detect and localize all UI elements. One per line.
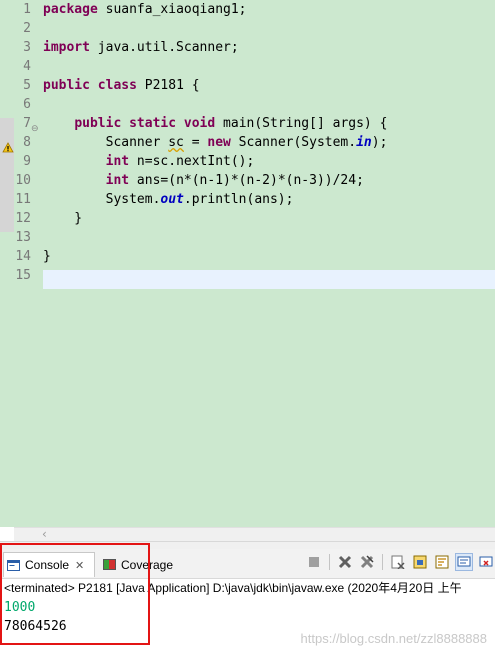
- code-token: Scanner: [43, 135, 169, 150]
- console-output-line: 78064526: [4, 619, 67, 634]
- console-status: <terminated> P2181 [Java Application] D:…: [4, 581, 462, 595]
- eclipse-window: ⊖ 1 2 3 4 5 6 7 8 9 10 11 12 13 14 15 package suanfa_x…: [0, 0, 495, 660]
- code-line: public class P2181 {: [43, 76, 495, 95]
- code-line: Scanner sc = new Scanner(System.in);: [43, 133, 495, 152]
- code-line: int ans=(n*(n-1)*(n-2)*(n-3))/24;: [43, 171, 495, 190]
- code-token: suanfa_xiaoqiang1;: [97, 2, 247, 17]
- code-token: public: [74, 116, 122, 131]
- toolbar-separator: [382, 554, 383, 570]
- word-wrap-icon[interactable]: [433, 553, 451, 571]
- line-number-ruler: 1 2 3 4 5 6 7 8 9 10 11 12 13 14 15: [14, 0, 38, 285]
- line-number: 9: [23, 154, 31, 169]
- code-line: int n=sc.nextInt();: [43, 152, 495, 171]
- code-token: int: [105, 154, 130, 169]
- code-token: package: [43, 2, 98, 17]
- scroll-left-icon[interactable]: ‹: [42, 527, 47, 541]
- remove-all-terminated-icon[interactable]: [358, 553, 376, 571]
- clear-console-icon[interactable]: [389, 553, 407, 571]
- tab-coverage-label: Coverage: [121, 557, 174, 572]
- code-token: java.util.Scanner;: [89, 40, 239, 55]
- code-token: =: [183, 135, 208, 150]
- code-token: main(String[] args) {: [215, 116, 388, 131]
- code-token: out: [160, 192, 184, 207]
- remove-launch-icon[interactable]: [336, 553, 354, 571]
- tab-coverage[interactable]: Coverage: [100, 552, 173, 577]
- console-icon: [7, 559, 20, 571]
- line-number: 6: [23, 97, 31, 112]
- panel-tab-bar: Console ✕ Coverage: [0, 549, 495, 579]
- console-input-line: 1000: [4, 600, 36, 615]
- code-token: void: [183, 116, 216, 131]
- line-number: 13: [15, 230, 31, 245]
- code-token: Scanner(System.: [230, 135, 357, 150]
- scroll-lock-icon[interactable]: [411, 553, 429, 571]
- code-text-area[interactable]: package suanfa_xiaoqiang1;import java.ut…: [43, 0, 495, 285]
- line-number: 8: [23, 135, 31, 150]
- code-token: int: [105, 173, 130, 188]
- toolbar-separator: [329, 554, 330, 570]
- code-token: .println(ans);: [183, 192, 294, 207]
- code-token: in: [356, 135, 372, 150]
- editor-horizontal-scrollbar[interactable]: ‹: [14, 527, 495, 542]
- tab-console[interactable]: Console ✕: [3, 552, 95, 577]
- code-token: new: [207, 135, 231, 150]
- code-token: import: [43, 40, 90, 55]
- code-line: package suanfa_xiaoqiang1;: [43, 0, 495, 19]
- line-number: 1: [23, 2, 31, 17]
- display-selected-console-icon[interactable]: [477, 553, 495, 571]
- code-token: n=sc.nextInt();: [129, 154, 255, 169]
- line-number: 15: [15, 268, 31, 283]
- code-token: public: [43, 78, 90, 93]
- code-line: import java.util.Scanner;: [43, 38, 495, 57]
- tab-console-label: Console: [25, 558, 70, 572]
- code-token: static: [129, 116, 177, 131]
- code-line: public static void main(String[] args) {: [43, 114, 495, 133]
- code-token: sc: [168, 135, 184, 150]
- terminate-icon[interactable]: [305, 553, 323, 571]
- line-number: 7: [23, 116, 31, 131]
- code-line: System.out.println(ans);: [43, 190, 495, 209]
- line-number: 5: [23, 78, 31, 93]
- line-number: 4: [23, 59, 31, 74]
- code-token: P2181 {: [136, 78, 200, 93]
- console-output[interactable]: 1000 78064526: [4, 598, 67, 636]
- coverage-icon: [103, 559, 116, 570]
- code-token: System.: [43, 192, 161, 207]
- line-number: 11: [15, 192, 31, 207]
- code-token: class: [97, 78, 137, 93]
- code-editor[interactable]: ⊖ 1 2 3 4 5 6 7 8 9 10 11 12 13 14 15 package suanfa_x…: [0, 0, 495, 527]
- pin-console-icon[interactable]: [455, 553, 473, 571]
- line-number: 12: [15, 211, 31, 226]
- watermark: https://blog.csdn.net/zzl8888888: [300, 631, 487, 646]
- code-token: }: [43, 249, 51, 264]
- line-number: 10: [15, 173, 31, 188]
- console-panel: Console ✕ Coverage <terminated> P2181 [J…: [0, 549, 495, 660]
- code-line: }: [43, 247, 495, 266]
- line-number: 2: [23, 21, 31, 36]
- line-number: 3: [23, 40, 31, 55]
- line-number: 14: [15, 249, 31, 264]
- code-token: }: [43, 211, 83, 226]
- console-toolbar: [305, 553, 495, 571]
- code-line: }: [43, 209, 495, 228]
- close-icon[interactable]: ✕: [75, 559, 84, 572]
- code-token: );: [371, 135, 388, 150]
- code-token: ans=(n*(n-1)*(n-2)*(n-3))/24;: [129, 173, 364, 188]
